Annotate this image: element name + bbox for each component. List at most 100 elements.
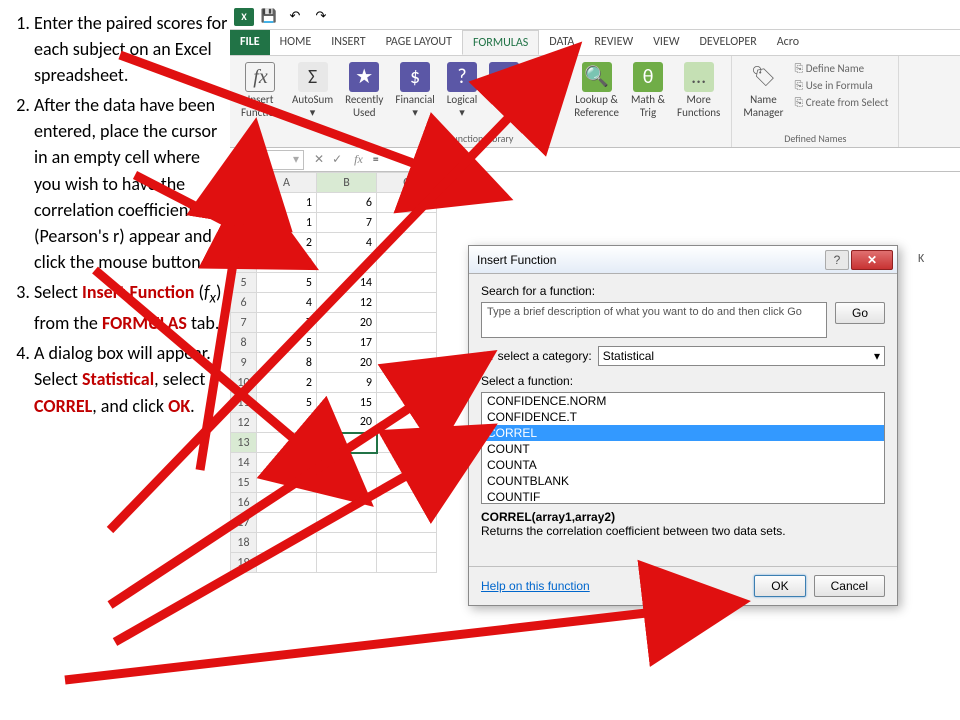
function-option[interactable]: COUNTIF bbox=[482, 489, 884, 504]
cell[interactable] bbox=[377, 233, 437, 253]
cell[interactable] bbox=[317, 453, 377, 473]
cell[interactable] bbox=[377, 473, 437, 493]
tab-review[interactable]: REVIEW bbox=[584, 30, 643, 55]
cell[interactable]: 12 bbox=[317, 293, 377, 313]
create-from-selection-button[interactable]: Create from Select bbox=[794, 96, 888, 110]
cell[interactable] bbox=[377, 273, 437, 293]
tab-insert[interactable]: INSERT bbox=[321, 30, 375, 55]
cell[interactable]: 20 bbox=[317, 353, 377, 373]
cell[interactable] bbox=[377, 313, 437, 333]
text-button[interactable]: AText▾ bbox=[484, 60, 524, 130]
cell[interactable]: 8 bbox=[257, 353, 317, 373]
column-header[interactable]: B bbox=[317, 173, 377, 193]
tab-view[interactable]: VIEW bbox=[643, 30, 689, 55]
tab-developer[interactable]: DEVELOPER bbox=[690, 30, 767, 55]
cell[interactable]: 15 bbox=[317, 393, 377, 413]
more-functions-button[interactable]: …More Functions bbox=[672, 60, 725, 130]
formula-input[interactable]: = bbox=[369, 153, 960, 167]
tab-formulas[interactable]: FORMULAS bbox=[462, 30, 539, 55]
insert-function-button[interactable]: fxInsert Function bbox=[236, 60, 285, 130]
cell[interactable] bbox=[377, 553, 437, 573]
help-link[interactable]: Help on this function bbox=[481, 579, 590, 593]
row-header[interactable]: 14 bbox=[231, 453, 257, 473]
cell[interactable]: 2 bbox=[257, 233, 317, 253]
cell[interactable] bbox=[377, 253, 437, 273]
redo-icon[interactable]: ↷ bbox=[310, 7, 332, 27]
cell[interactable] bbox=[317, 513, 377, 533]
select-all[interactable] bbox=[231, 173, 257, 193]
cell[interactable] bbox=[257, 473, 317, 493]
cell[interactable]: = bbox=[317, 433, 377, 453]
cell[interactable]: 1 bbox=[257, 193, 317, 213]
cell[interactable]: 20 bbox=[317, 313, 377, 333]
name-manager-button[interactable]: 🏷Name Manager bbox=[738, 60, 788, 130]
define-name-button[interactable]: Define Name bbox=[794, 62, 888, 76]
cell[interactable]: 6 bbox=[317, 193, 377, 213]
column-header[interactable]: A bbox=[257, 173, 317, 193]
accept-formula-icon[interactable]: ✓ bbox=[332, 152, 342, 167]
row-header[interactable]: 19 bbox=[231, 553, 257, 573]
tab-page-layout[interactable]: PAGE LAYOUT bbox=[376, 30, 462, 55]
row-header[interactable]: 10 bbox=[231, 373, 257, 393]
tab-home[interactable]: HOME bbox=[270, 30, 322, 55]
cell[interactable] bbox=[377, 213, 437, 233]
row-header[interactable]: 5 bbox=[231, 273, 257, 293]
tab-data[interactable]: DATA bbox=[539, 30, 584, 55]
cell[interactable] bbox=[257, 493, 317, 513]
column-header[interactable]: C bbox=[377, 173, 437, 193]
cell[interactable]: 14 bbox=[317, 273, 377, 293]
function-option[interactable]: CONFIDENCE.T bbox=[482, 409, 884, 425]
lookup-button[interactable]: 🔍Lookup & Reference bbox=[569, 60, 624, 130]
row-header[interactable]: 8 bbox=[231, 333, 257, 353]
cell[interactable]: 5 bbox=[257, 393, 317, 413]
undo-icon[interactable]: ↶ bbox=[284, 7, 306, 27]
use-in-formula-button[interactable]: Use in Formula bbox=[794, 79, 888, 93]
cell[interactable] bbox=[377, 453, 437, 473]
search-input[interactable]: Type a brief description of what you wan… bbox=[481, 302, 827, 338]
cell[interactable] bbox=[377, 333, 437, 353]
cell[interactable]: 7 bbox=[317, 213, 377, 233]
cell[interactable] bbox=[257, 453, 317, 473]
tab-acrobat[interactable]: Acro bbox=[767, 30, 809, 55]
cell[interactable]: 9 bbox=[317, 253, 377, 273]
function-option[interactable]: COUNT bbox=[482, 441, 884, 457]
function-option[interactable]: CONFIDENCE.NORM bbox=[482, 393, 884, 409]
row-header[interactable]: 2 bbox=[231, 213, 257, 233]
cancel-formula-icon[interactable]: ✕ bbox=[314, 152, 324, 167]
date-time-button[interactable]: 🕒Date & Time bbox=[526, 60, 567, 130]
cell[interactable]: 4 bbox=[317, 233, 377, 253]
go-button[interactable]: Go bbox=[835, 302, 885, 324]
row-header[interactable]: 13 bbox=[231, 433, 257, 453]
name-box[interactable]: B13▾ bbox=[234, 150, 304, 170]
row-header[interactable]: 3 bbox=[231, 233, 257, 253]
math-trig-button[interactable]: θMath & Trig bbox=[626, 60, 670, 130]
cell[interactable]: 5 bbox=[257, 333, 317, 353]
cell[interactable] bbox=[377, 373, 437, 393]
row-header[interactable]: 17 bbox=[231, 513, 257, 533]
cell[interactable] bbox=[317, 533, 377, 553]
recently-used-button[interactable]: ★Recently Used bbox=[340, 60, 388, 130]
cell[interactable]: 5 bbox=[257, 273, 317, 293]
row-header[interactable]: 15 bbox=[231, 473, 257, 493]
dialog-titlebar[interactable]: Insert Function ? ✕ bbox=[469, 246, 897, 274]
cell[interactable] bbox=[317, 553, 377, 573]
cell[interactable] bbox=[257, 433, 317, 453]
cell[interactable] bbox=[377, 413, 437, 433]
row-header[interactable]: 18 bbox=[231, 533, 257, 553]
cell[interactable]: 20 bbox=[317, 413, 377, 433]
cell[interactable] bbox=[377, 353, 437, 373]
logical-button[interactable]: ?Logical▾ bbox=[442, 60, 482, 130]
cell[interactable]: 17 bbox=[317, 333, 377, 353]
function-option[interactable]: COUNTA bbox=[482, 457, 884, 473]
row-header[interactable]: 11 bbox=[231, 393, 257, 413]
cell[interactable]: 2 bbox=[257, 373, 317, 393]
function-option[interactable]: COUNTBLANK bbox=[482, 473, 884, 489]
row-header[interactable]: 4 bbox=[231, 253, 257, 273]
cancel-button[interactable]: Cancel bbox=[814, 575, 885, 597]
cell[interactable]: 7 bbox=[257, 313, 317, 333]
ok-button[interactable]: OK bbox=[754, 575, 805, 597]
cell[interactable]: 5 bbox=[257, 413, 317, 433]
fx-icon[interactable]: fx bbox=[348, 152, 369, 167]
row-header[interactable]: 9 bbox=[231, 353, 257, 373]
cell[interactable]: 3 bbox=[257, 253, 317, 273]
